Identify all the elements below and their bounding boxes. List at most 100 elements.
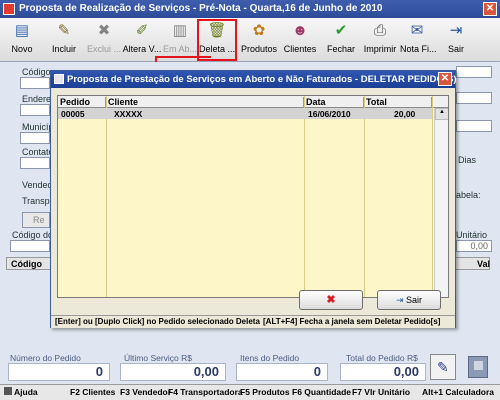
open-folder-icon: ▥ <box>172 22 188 39</box>
re-button[interactable]: Re <box>22 212 50 228</box>
contato-field[interactable] <box>20 157 50 169</box>
fkey-alt1[interactable]: Alt+1 Calculadora <box>422 387 494 397</box>
calculator-button[interactable]: ✎ <box>430 354 456 380</box>
close-icon[interactable]: ✕ <box>483 2 497 16</box>
vendedor-label: Vended <box>22 180 53 190</box>
clients-button[interactable]: ☻ Clientes <box>282 20 318 60</box>
dialog-app-icon <box>54 74 64 84</box>
checkmark-icon: ✔ <box>334 22 348 39</box>
orders-table-header: Pedido Cliente Data Total <box>58 96 448 108</box>
products-button[interactable]: ✿ Produtos <box>240 20 278 60</box>
status-left-text: [Enter] ou [Duplo Click] no Pedido selec… <box>55 317 260 326</box>
exit-icon: ⇥ <box>395 295 404 305</box>
endereco-field[interactable] <box>20 104 50 116</box>
delete-button[interactable]: 🗑 Deleta ... <box>197 19 237 61</box>
right-field-2[interactable] <box>456 92 492 104</box>
include-button[interactable]: ✎ Incluir <box>44 20 84 60</box>
col-cliente[interactable]: Cliente <box>106 97 304 108</box>
status-right-text: [ALT+F4] Fecha a janela sem Deletar Pedi… <box>263 317 441 326</box>
invoice-button[interactable]: ✉ Nota Fi... <box>400 20 437 60</box>
codigo-field[interactable] <box>20 77 50 89</box>
sair-button[interactable]: ⇥ Sair <box>377 290 441 310</box>
open-button[interactable]: ▥ Em Ab... <box>162 20 198 60</box>
save-disk-button[interactable] <box>468 356 488 378</box>
dialog-close-icon[interactable]: ✕ <box>438 72 452 86</box>
sair-label: Sair <box>406 295 423 305</box>
codigo-label: Código <box>22 67 51 77</box>
ultimo-label: Último Serviço R$ <box>124 353 193 363</box>
print-button[interactable]: ⎙ Imprimir <box>362 20 398 60</box>
fkey-help[interactable]: Ajuda <box>4 387 38 397</box>
right-field-3[interactable] <box>456 120 492 132</box>
red-arrow <box>155 56 211 58</box>
dias-label: Dias <box>458 155 477 165</box>
numero-label: Número do Pedido <box>10 353 81 363</box>
re-label: Re <box>33 215 45 225</box>
trash-icon: 🗑 <box>207 22 227 39</box>
fkey-f6[interactable]: F6 Quantidade <box>292 387 351 397</box>
cancel-x-icon: ✖ <box>326 294 336 306</box>
unitario-field[interactable]: 0,00 <box>456 240 492 252</box>
fkey-f7[interactable]: F7 Vlr Unitário <box>352 387 410 397</box>
grid-line <box>106 96 107 297</box>
exit-button[interactable]: ⇥ Sair <box>442 20 470 60</box>
codigo-do-label: Código do <box>12 230 54 240</box>
summary-bar: Número do Pedido 0 Último Serviço R$ 0,0… <box>0 352 500 384</box>
grid-val-header: Val <box>477 259 491 269</box>
vertical-scrollbar[interactable]: ▲ <box>434 108 448 297</box>
close-button[interactable]: ✔ Fechar <box>326 20 356 60</box>
pencil-icon: ✐ <box>135 22 149 39</box>
col-pedido[interactable]: Pedido <box>58 97 106 108</box>
window-title: Proposta de Realização de Serviços - Pré… <box>19 3 383 14</box>
total-value: 0,00 <box>340 363 426 381</box>
contato-label: Contato <box>22 147 54 157</box>
dialog-title: Proposta de Prestação de Serviços em Abe… <box>67 74 457 85</box>
dialog-status-line: [Enter] ou [Duplo Click] no Pedido selec… <box>51 315 455 328</box>
fkey-f3[interactable]: F3 Vendedor <box>120 387 171 397</box>
cell-pedido: 00005 <box>61 109 85 119</box>
new-document-icon: ▤ <box>14 22 30 39</box>
cell-data: 16/06/2010 <box>308 109 351 119</box>
x-delete-icon: ✖ <box>97 22 111 39</box>
cell-cliente: XXXXX <box>114 109 143 119</box>
cell-total: 20,00 <box>394 109 416 119</box>
fkey-f4[interactable]: F4 Transportadora <box>168 387 243 397</box>
orders-table: Pedido Cliente Data Total 00005 XXXXX 16… <box>57 95 449 298</box>
grid-line <box>304 96 305 297</box>
exit-door-icon: ⇥ <box>449 22 463 39</box>
itens-value: 0 <box>236 363 328 381</box>
cancel-button[interactable]: ✖ <box>299 290 363 310</box>
endereco-label: Endere <box>22 94 52 104</box>
new-button[interactable]: ▤ Novo <box>6 20 38 60</box>
unitario-label: Unitário <box>456 230 488 240</box>
products-icon: ✿ <box>252 22 266 39</box>
delete-orders-dialog: Proposta de Prestação de Serviços em Abe… <box>50 70 457 328</box>
transp-label: Transp <box>22 196 50 206</box>
ultimo-value: 0,00 <box>120 363 226 381</box>
toolbar: ▤ Novo ✎ Incluir ✖ Exclui ... ✐ Altera V… <box>0 18 500 62</box>
grid-line <box>432 96 433 297</box>
pen-edit-icon: ✎ <box>437 359 449 375</box>
top-right-field[interactable] <box>456 66 492 78</box>
municipio-field[interactable] <box>20 132 50 144</box>
fkey-f2[interactable]: F2 Clientes <box>70 387 115 397</box>
clients-icon: ☻ <box>292 22 308 39</box>
exclude-button[interactable]: ✖ Exclui ... <box>84 20 124 60</box>
itens-label: Itens do Pedido <box>240 353 300 363</box>
disk-icon <box>474 361 483 370</box>
total-label: Total do Pedido R$ <box>346 353 418 363</box>
col-data[interactable]: Data <box>304 97 364 108</box>
codigo-do-field[interactable] <box>10 240 50 252</box>
col-total[interactable]: Total <box>364 97 432 108</box>
fkey-f5[interactable]: F5 Produtos <box>240 387 290 397</box>
numero-value: 0 <box>8 363 110 381</box>
dialog-title-bar: Proposta de Prestação de Serviços em Abe… <box>51 71 457 88</box>
scroll-up-icon[interactable]: ▲ <box>435 108 448 120</box>
table-row[interactable]: 00005 XXXXX 16/06/2010 20,00 <box>58 108 432 119</box>
grid-codigo-header: Código <box>11 259 42 269</box>
invoice-icon: ✉ <box>410 22 424 39</box>
municipio-label: Municíp <box>22 122 54 132</box>
grid-line <box>364 96 365 297</box>
alter-value-button[interactable]: ✐ Altera V... <box>122 20 162 60</box>
function-key-bar: Ajuda F2 Clientes F3 Vendedor F4 Transpo… <box>0 384 500 400</box>
